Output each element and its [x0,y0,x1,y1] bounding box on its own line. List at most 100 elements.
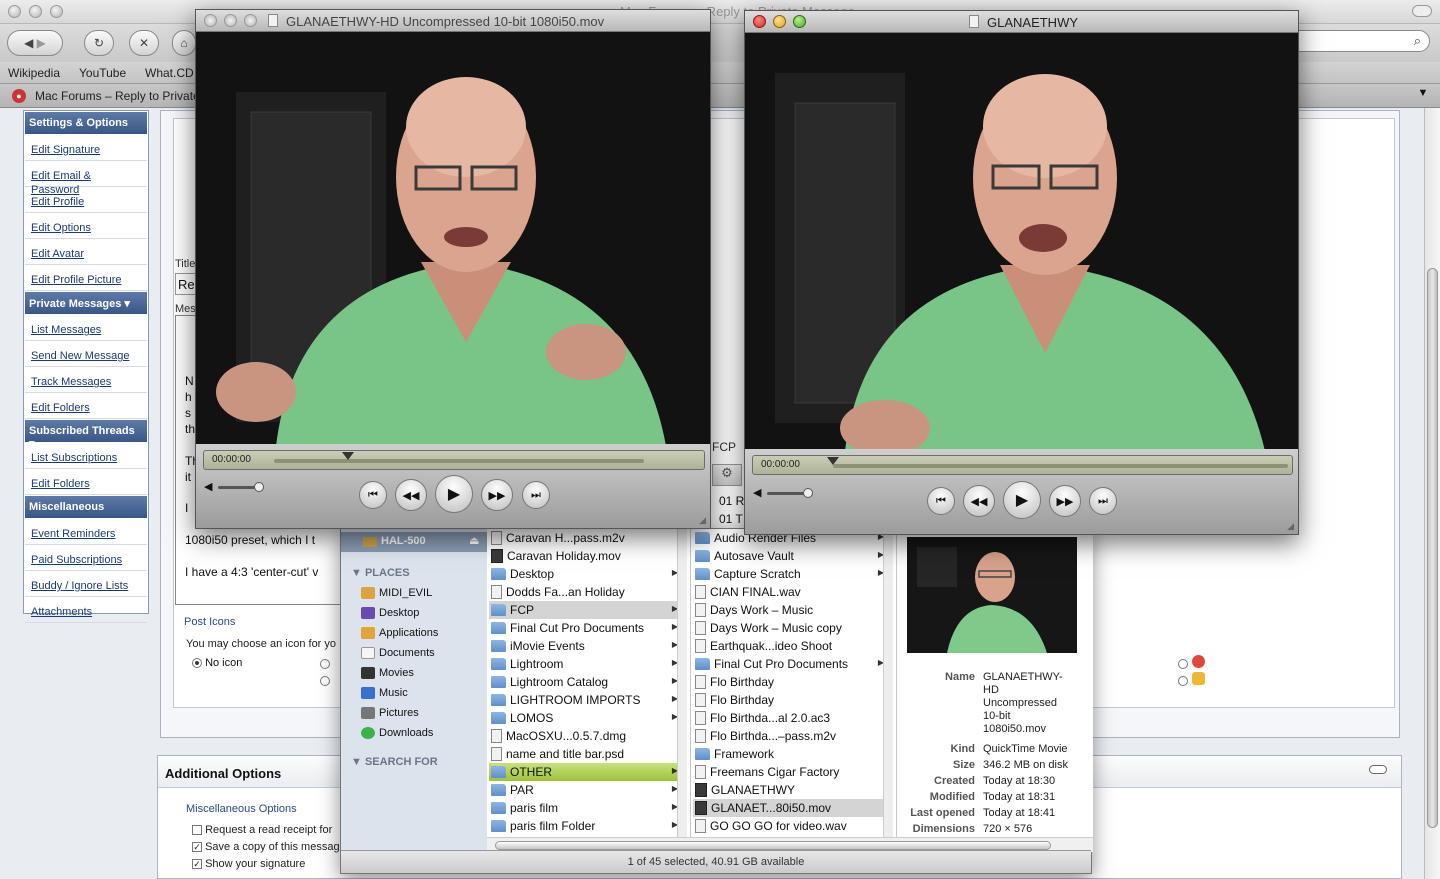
list-item[interactable]: Lightroom ▶ [489,655,680,673]
sidebar-item-edit-profile-picture[interactable]: Edit Profile Picture [25,265,147,291]
rewind-button[interactable]: ◀◀ [395,479,427,511]
minimize-button[interactable] [29,5,42,18]
list-item[interactable]: 01 R [719,494,744,508]
place-documents[interactable]: Documents [361,647,435,659]
close-button[interactable] [204,14,217,27]
column-2-scrollbar[interactable] [883,529,893,837]
eject-icon[interactable]: ⏏ [469,534,479,547]
close-button[interactable] [8,5,21,18]
back-forward-button[interactable]: ◀ ▶ [7,30,63,56]
playhead-icon[interactable] [342,452,354,460]
list-item[interactable]: LIGHTROOM IMPORTS ▶ [489,691,680,709]
sidebar-item-send-new-message[interactable]: Send New Message [25,341,147,367]
sidebar-head-private-messages[interactable]: Private Messages ▾ [25,292,147,314]
sidebar-item-buddy-ignore[interactable]: Buddy / Ignore Lists [25,571,147,597]
bookmark-wikipedia[interactable]: Wikipedia [8,66,60,80]
zoom-button[interactable] [244,14,257,27]
action-gear-button[interactable]: ⚙ [712,464,742,486]
resize-grip-icon[interactable]: ◢ [1287,521,1294,532]
list-item[interactable]: LOMOS ▶ [489,709,680,727]
stop-button[interactable]: ✕ [129,30,159,56]
sidebar-item-edit-email[interactable]: Edit Email & Password [25,161,147,196]
list-item[interactable]: paris film Folder ▶ [489,817,680,835]
zoom-button[interactable] [50,5,63,18]
column-1-scrollbar[interactable] [677,529,687,837]
sidebar-item-event-reminders[interactable]: Event Reminders [25,519,147,545]
post-icon-radio[interactable] [1178,659,1188,669]
show-signature-option[interactable]: ✓ Show your signature [192,858,305,870]
search-for-head[interactable]: ▼ SEARCH FOR [351,756,438,768]
list-item[interactable]: GO GO GO for video.wav [693,817,886,835]
place-music[interactable]: Music [361,687,408,699]
play-button[interactable]: ▶ [1003,481,1041,519]
sidebar-item-list-subscriptions[interactable]: List Subscriptions [25,443,147,469]
toolbar-toggle-button[interactable] [1412,5,1432,17]
bookmark-youtube[interactable]: YouTube [79,66,126,80]
places-head[interactable]: ▼ PLACES [351,567,410,579]
volume-knob[interactable] [254,482,264,492]
sidebar-item-attachments[interactable]: Attachments [25,597,147,623]
collapse-button[interactable] [1369,765,1387,774]
play-button[interactable]: ▶ [435,475,473,513]
read-receipt-option[interactable]: Request a read receipt for [192,824,332,836]
sidebar-item-edit-folders[interactable]: Edit Folders [25,393,147,419]
list-item[interactable]: MacOSXU...0.5.7.dmg [489,727,680,745]
list-item[interactable]: Capture Scratch ▶ [693,565,886,583]
sidebar-item-edit-options[interactable]: Edit Options [25,213,147,239]
list-item[interactable]: Days Work – Music copy [693,619,886,637]
list-item[interactable]: iMovie Events ▶ [489,637,680,655]
list-item[interactable]: Dodds Fa...an Holiday [489,583,680,601]
sidebar-head-subscribed-threads[interactable]: Subscribed Threads ▾ [25,420,147,450]
skip-forward-button[interactable]: ⏭ [522,481,550,509]
sidebar-item-list-messages[interactable]: List Messages [25,315,147,341]
place-applications[interactable]: Applications [361,627,438,639]
minimize-button[interactable] [224,14,237,27]
list-item[interactable]: Flo Birthda...–pass.m2v [693,727,886,745]
post-icon-radio[interactable] [1178,676,1188,686]
list-item[interactable]: name and title bar.psd [489,745,680,763]
list-item[interactable]: Flo Birthday [693,673,886,691]
close-button[interactable] [753,15,766,28]
list-item[interactable]: Final Cut Pro Documents ▶ [693,655,886,673]
sidebar-item-edit-signature[interactable]: Edit Signature [25,135,147,161]
tab-list-icon[interactable]: ▼ [1412,87,1434,105]
list-item[interactable]: Caravan H...pass.m2v [489,529,680,547]
no-icon-option[interactable]: No icon [192,657,242,669]
list-item[interactable]: Caravan Holiday.mov [489,547,680,565]
skip-forward-button[interactable]: ⏭ [1089,487,1117,515]
place-desktop[interactable]: Desktop [361,607,419,619]
list-item[interactable]: Earthquak...ideo Shoot [693,637,886,655]
resize-grip-icon[interactable]: ◢ [699,515,706,526]
post-icon-radio[interactable] [320,676,330,686]
horizontal-scroll-thumb[interactable] [495,841,1051,850]
skip-back-button[interactable]: ⏮ [927,487,955,515]
list-item[interactable]: 01 T [719,512,743,526]
skip-back-button[interactable]: ⏮ [359,481,387,509]
list-item[interactable]: Freemans Cigar Factory [693,763,886,781]
list-item[interactable]: Framework [693,745,886,763]
list-item[interactable]: Lightroom Catalog ▶ [489,673,680,691]
place-pictures[interactable]: Pictures [361,707,419,719]
list-item[interactable]: Desktop ▶ [489,565,680,583]
place-midi-evil[interactable]: MIDI_EVIL [361,587,432,599]
search-field[interactable]: ⌕ [1280,30,1430,52]
place-movies[interactable]: Movies [361,667,414,679]
list-item[interactable]: OTHER ▶ [489,763,680,781]
sidebar-item-paid-subscriptions[interactable]: Paid Subscriptions [25,545,147,571]
home-button[interactable]: ⌂ [172,30,196,56]
fast-forward-button[interactable]: ▶▶ [1049,485,1081,517]
list-item[interactable]: Final Cut Pro Documents ▶ [489,619,680,637]
list-item[interactable]: GLANAET...80i50.mov [693,799,886,817]
time-scrubber[interactable]: 00:00:00 [203,450,705,470]
place-downloads[interactable]: Downloads [361,727,433,739]
device-row[interactable]: HAL-500 ⏏ [341,532,487,552]
page-scrollbar[interactable] [1424,108,1440,879]
time-scrubber[interactable]: 00:00:00 [752,455,1293,475]
minimize-button[interactable] [773,15,786,28]
playhead-icon[interactable] [827,457,839,465]
post-icon-radio[interactable] [320,659,330,669]
sidebar-item-track-messages[interactable]: Track Messages [25,367,147,393]
list-item[interactable]: paris film ▶ [489,799,680,817]
page-scrollbar-thumb[interactable] [1427,268,1438,828]
list-item[interactable]: GLANAETHWY [693,781,886,799]
